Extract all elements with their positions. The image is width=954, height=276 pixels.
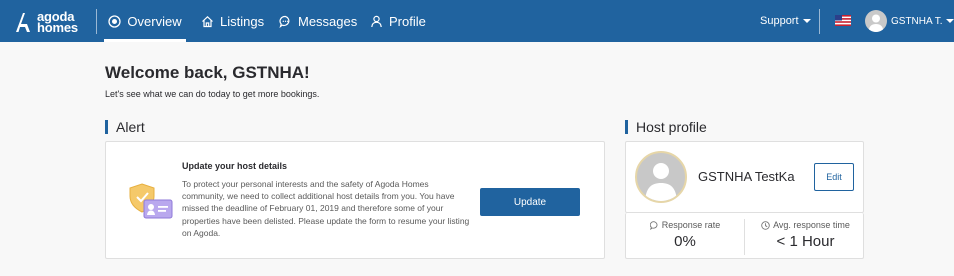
host-profile-section-title: Host profile (625, 120, 707, 134)
user-menu[interactable]: GSTNHA T. (891, 0, 954, 42)
nav-item-messages[interactable]: Messages (279, 0, 357, 42)
page-subtitle: Let's see what we can do today to get mo… (105, 89, 320, 99)
avg-response-stat: Avg. response time < 1 Hour (746, 220, 865, 250)
nav-divider (96, 9, 97, 34)
agoda-homes-logo[interactable]: agoda homes (14, 10, 78, 34)
host-profile-card: GSTNHA TestKa Edit (625, 141, 864, 213)
nav-item-profile[interactable]: Profile (370, 0, 426, 42)
brand-name: agoda homes (37, 10, 78, 35)
host-avatar (635, 151, 687, 203)
nav-label-profile: Profile (389, 13, 426, 29)
user-icon (371, 15, 382, 27)
alert-title: Update your host details (182, 161, 288, 171)
support-dropdown[interactable]: Support (760, 0, 811, 42)
stats-divider (744, 219, 745, 255)
alert-body: To protect your personal interests and t… (182, 179, 470, 238)
chat-icon (279, 15, 290, 28)
chevron-down-icon (945, 19, 954, 23)
alert-section-title: Alert (105, 120, 145, 134)
clock-icon (761, 220, 770, 230)
edit-profile-button[interactable]: Edit (814, 163, 854, 191)
nav-label-overview: Overview (127, 13, 182, 29)
avg-response-label-row: Avg. response time (746, 220, 865, 230)
response-rate-label-row: Response rate (626, 220, 744, 230)
brand-line-2: homes (37, 20, 78, 35)
avatar-placeholder-icon (645, 163, 677, 201)
response-rate-value: 0% (674, 233, 696, 250)
host-name: GSTNHA TestKa (698, 169, 795, 184)
alert-card: Update your host details To protect your… (105, 141, 605, 259)
overview-icon (108, 14, 122, 28)
avatar-placeholder-icon (868, 14, 884, 32)
avg-response-value: < 1 Hour (776, 233, 835, 250)
response-rate-label: Response rate (661, 220, 721, 230)
page-title: Welcome back, GSTNHA! (105, 63, 310, 82)
update-button[interactable]: Update (480, 188, 580, 216)
host-stats-card: Response rate 0% Avg. response time < 1 … (625, 213, 864, 259)
id-card-shield-icon (129, 183, 173, 219)
nav-label-messages: Messages (298, 13, 358, 29)
avg-response-label: Avg. response time (773, 220, 850, 230)
user-name: GSTNHA T. (891, 15, 943, 27)
home-icon (202, 15, 213, 27)
agoda-logo-icon (16, 13, 30, 32)
nav-label-listings: Listings (220, 13, 265, 29)
user-avatar[interactable] (865, 10, 887, 32)
chevron-down-icon (802, 19, 811, 23)
us-flag-icon[interactable] (835, 15, 851, 26)
response-rate-stat: Response rate 0% (626, 220, 744, 250)
support-label: Support (760, 15, 799, 27)
nav-item-overview[interactable]: Overview (104, 0, 186, 42)
nav-item-listings[interactable]: Listings (201, 0, 264, 42)
nav-divider-right (819, 9, 820, 34)
chat-icon (649, 220, 658, 230)
top-nav: agoda homes Overview Listings Messages P… (0, 0, 954, 42)
